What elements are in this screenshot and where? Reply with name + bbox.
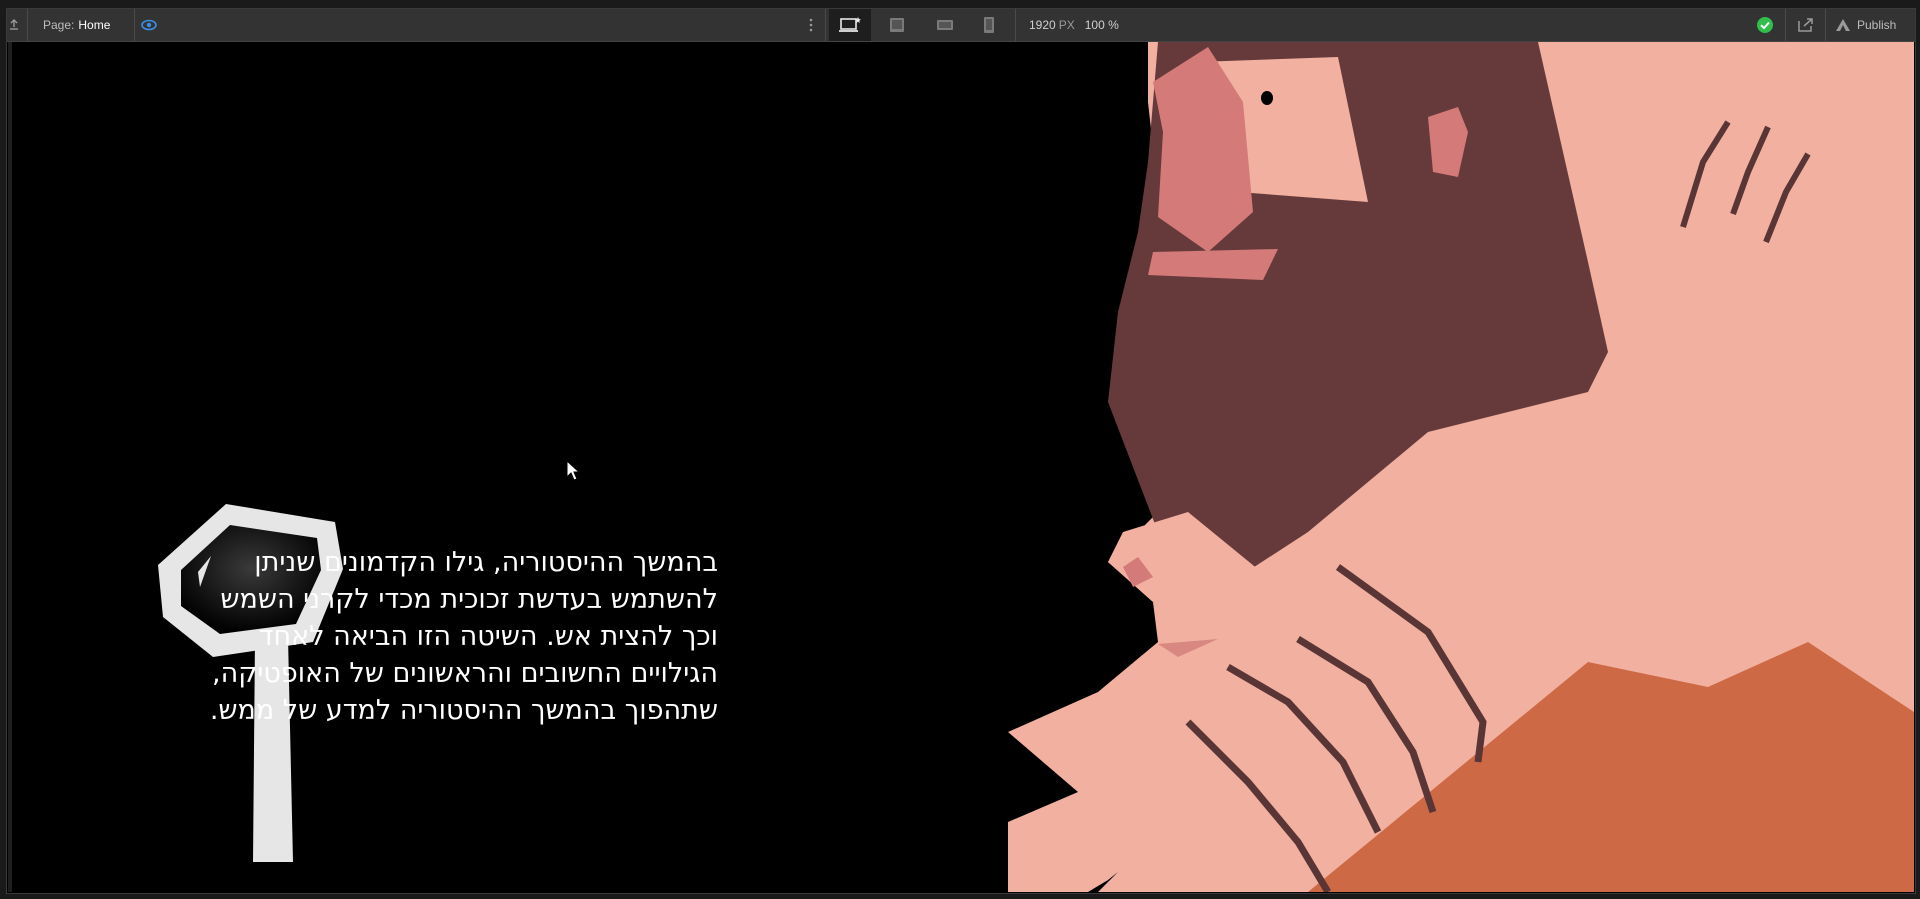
top-toolbar: Page: Home 1920 PX 100 % Publish [7, 9, 1915, 42]
zoom-level: 100 % [1084, 18, 1119, 32]
width-unit: PX [1058, 18, 1075, 32]
editor-window: Page: Home 1920 PX 100 % Publish בהמשך ה… [6, 8, 1916, 894]
mouse-cursor-icon [566, 460, 581, 481]
mobile-landscape-icon[interactable] [933, 9, 957, 41]
check-circle-icon[interactable] [1755, 9, 1775, 41]
more-vertical-icon[interactable] [805, 9, 817, 41]
panel-collapse-icon[interactable] [7, 9, 21, 41]
canvas-size-readout[interactable]: 1920 PX 100 % [1029, 9, 1119, 41]
paragraph-line: בהמשך ההיסטוריה, גילו הקדמונים שניתן [254, 547, 718, 578]
page-name: Home [78, 18, 111, 32]
tablet-landscape-icon[interactable] [885, 9, 909, 41]
eye-icon[interactable] [139, 9, 159, 41]
paragraph-line: וכך להצית אש. השיטה הזו הביאה לאחד [258, 621, 718, 652]
story-paragraph[interactable]: בהמשך ההיסטוריה, גילו הקדמונים שניתן להש… [138, 544, 718, 729]
page-label: Page: [43, 18, 75, 32]
publish-icon [1835, 18, 1851, 32]
width-value: 1920 [1029, 18, 1056, 32]
paragraph-line: להשתמש בעדשת זכוכית מכדי לקרני השמש [220, 584, 718, 615]
page-canvas[interactable]: בהמשך ההיסטוריה, גילו הקדמונים שניתן להש… [8, 42, 1914, 892]
paragraph-line: שתהפוך בהמשך ההיסטוריה למדע של ממש. [209, 695, 718, 726]
paragraph-line: הגילויים החשובים והראשונים של האופטיקה, [212, 658, 718, 689]
publish-button[interactable]: Publish [1835, 9, 1896, 41]
publish-label: Publish [1857, 18, 1897, 32]
desktop-icon[interactable] [829, 9, 871, 41]
page-selector[interactable]: Page: Home [43, 9, 110, 41]
mobile-portrait-icon[interactable] [979, 9, 999, 41]
export-icon[interactable] [1795, 9, 1817, 41]
